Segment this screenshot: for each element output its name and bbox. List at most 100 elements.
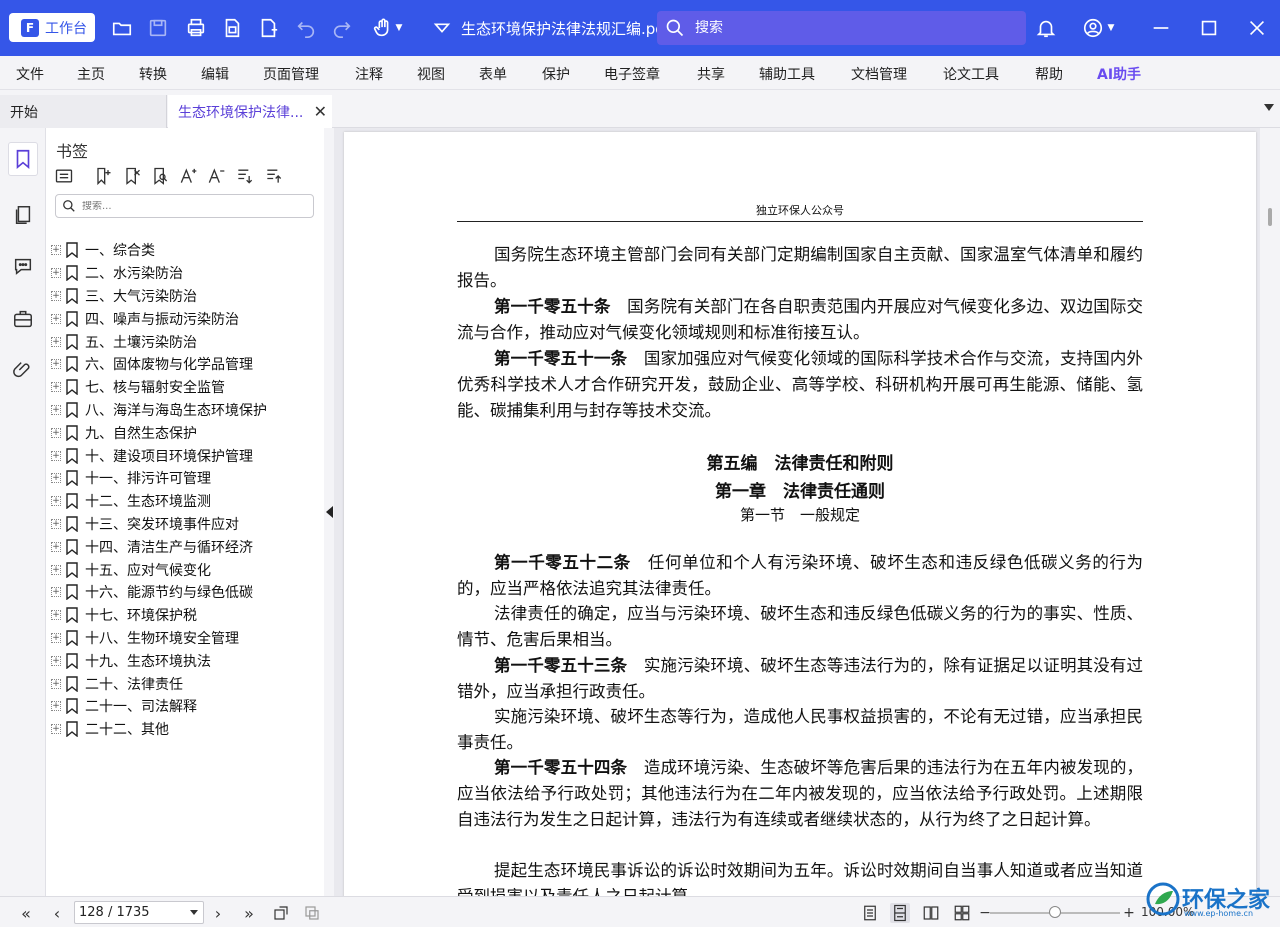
list-item[interactable]: + 十六、能源节约与绿色低碳	[51, 581, 321, 604]
bell-icon[interactable]	[1033, 15, 1059, 41]
tab-list-dropdown-icon[interactable]	[1264, 104, 1274, 111]
expand-icon[interactable]: +	[51, 336, 61, 347]
list-item[interactable]: + 一、综合类	[51, 239, 321, 262]
maximize-icon[interactable]	[1196, 15, 1222, 41]
list-item[interactable]: + 九、自然生态保护	[51, 421, 321, 444]
hand-tool-dropdown[interactable]: ▼	[367, 15, 407, 41]
expand-icon[interactable]: +	[51, 496, 61, 507]
comments-icon[interactable]	[8, 249, 38, 283]
menu-edit[interactable]: 编辑	[201, 64, 229, 84]
redo-icon[interactable]	[329, 15, 355, 41]
list-item[interactable]: + 二、水污染防治	[51, 262, 321, 285]
list-item[interactable]: + 十五、应对气候变化	[51, 558, 321, 581]
save-icon[interactable]	[145, 15, 171, 41]
menu-convert[interactable]: 转换	[139, 64, 167, 84]
expand-icon[interactable]: +	[51, 313, 61, 324]
toolbox-icon[interactable]	[8, 302, 38, 336]
menu-annotate[interactable]: 注释	[355, 64, 383, 84]
list-item[interactable]: + 二十二、其他	[51, 718, 321, 741]
search-input[interactable]	[695, 20, 995, 36]
menu-file[interactable]: 文件	[16, 64, 44, 84]
menu-view[interactable]: 视图	[417, 64, 445, 84]
rotate-page-icon[interactable]	[271, 903, 291, 923]
minimize-icon[interactable]	[1148, 15, 1174, 41]
expand-icon[interactable]: +	[51, 427, 61, 438]
list-item[interactable]: + 十八、生物环境安全管理	[51, 627, 321, 650]
two-page-view-icon[interactable]	[921, 903, 941, 923]
list-item[interactable]: + 八、海洋与海岛生态环境保护	[51, 399, 321, 422]
menu-form[interactable]: 表单	[479, 64, 507, 84]
list-item[interactable]: + 十七、环境保护税	[51, 604, 321, 627]
expand-icon[interactable]: +	[51, 655, 61, 666]
expand-icon[interactable]: +	[51, 404, 61, 415]
collapse-toolbar-icon[interactable]	[429, 15, 455, 41]
expand-icon[interactable]: +	[51, 701, 61, 712]
list-item[interactable]: + 二十、法律责任	[51, 672, 321, 695]
menu-help[interactable]: 帮助	[1035, 64, 1063, 84]
zoom-in-icon[interactable]: +	[1119, 903, 1139, 923]
page-copy-icon[interactable]	[219, 15, 245, 41]
document-viewer[interactable]: 独立环保人公众号 国务院生态环境主管部门会同有关部门定期编制国家自主贡献、国家温…	[334, 128, 1260, 896]
first-page-icon[interactable]: «	[16, 903, 36, 923]
expand-icon[interactable]: +	[51, 632, 61, 643]
list-item[interactable]: + 十四、清洁生产与循环经济	[51, 535, 321, 558]
collapse-all-icon[interactable]	[264, 166, 286, 188]
expand-icon[interactable]: +	[51, 610, 61, 621]
expand-icon[interactable]: +	[51, 587, 61, 598]
new-file-icon[interactable]	[255, 15, 281, 41]
fit-page-icon[interactable]	[302, 903, 322, 923]
list-item[interactable]: + 五、土壤污染防治	[51, 330, 321, 353]
next-page-icon[interactable]: ›	[208, 903, 228, 923]
add-bookmark-icon[interactable]	[93, 166, 115, 188]
open-folder-icon[interactable]	[109, 15, 135, 41]
expand-icon[interactable]: +	[51, 564, 61, 575]
expand-icon[interactable]: +	[51, 382, 61, 393]
list-item[interactable]: + 二十一、司法解释	[51, 695, 321, 718]
single-page-view-icon[interactable]	[860, 903, 880, 923]
menu-home[interactable]: 主页	[77, 64, 105, 84]
expand-icon[interactable]: +	[51, 290, 61, 301]
menu-share[interactable]: 共享	[697, 64, 725, 84]
menu-e-signature[interactable]: 电子签章	[604, 64, 660, 84]
last-page-icon[interactable]: »	[239, 903, 259, 923]
zoom-slider-handle[interactable]	[1049, 906, 1061, 918]
menu-protect[interactable]: 保护	[542, 64, 570, 84]
font-increase-icon[interactable]	[178, 166, 200, 188]
find-bookmark-icon[interactable]	[150, 166, 172, 188]
menu-ai-assistant[interactable]: AI助手	[1097, 64, 1141, 84]
vertical-scrollbar[interactable]	[1260, 128, 1280, 896]
search-bar[interactable]	[657, 11, 1026, 45]
print-icon[interactable]	[183, 15, 209, 41]
previous-page-icon[interactable]: ‹	[47, 903, 67, 923]
workspace-button[interactable]: F 工作台	[9, 13, 95, 42]
list-item[interactable]: + 四、噪声与振动污染防治	[51, 307, 321, 330]
collapse-panel-icon[interactable]	[326, 506, 333, 518]
thumbnails-icon[interactable]	[8, 198, 38, 232]
list-item[interactable]: + 十三、突发环境事件应对	[51, 513, 321, 536]
expand-icon[interactable]: +	[51, 518, 61, 529]
expand-icon[interactable]: +	[51, 473, 61, 484]
menu-page-manage[interactable]: 页面管理	[263, 64, 319, 84]
expand-icon[interactable]: +	[51, 359, 61, 370]
close-icon[interactable]	[1244, 15, 1270, 41]
expand-icon[interactable]: +	[51, 245, 61, 256]
list-item[interactable]: + 十九、生态环境执法	[51, 649, 321, 672]
expand-icon[interactable]: +	[51, 724, 61, 735]
account-dropdown[interactable]: ▼	[1075, 15, 1121, 41]
list-item[interactable]: + 七、核与辐射安全监管	[51, 376, 321, 399]
continuous-view-icon[interactable]	[890, 903, 910, 923]
undo-icon[interactable]	[293, 15, 319, 41]
bookmark-search-input[interactable]	[82, 200, 292, 212]
list-item[interactable]: + 三、大气污染防治	[51, 285, 321, 308]
list-item[interactable]: + 六、固体废物与化学品管理	[51, 353, 321, 376]
delete-bookmark-icon[interactable]	[122, 166, 144, 188]
bookmark-list-icon[interactable]	[54, 166, 76, 188]
bookmark-search[interactable]	[55, 194, 314, 218]
close-icon[interactable]: ✕	[314, 102, 327, 121]
list-item[interactable]: + 十一、排污许可管理	[51, 467, 321, 490]
chevron-down-icon[interactable]	[190, 910, 198, 915]
expand-icon[interactable]: +	[51, 268, 61, 279]
expand-icon[interactable]: +	[51, 450, 61, 461]
expand-icon[interactable]: +	[51, 541, 61, 552]
tab-document[interactable]: 生态环境保护法律... ✕	[168, 95, 332, 128]
